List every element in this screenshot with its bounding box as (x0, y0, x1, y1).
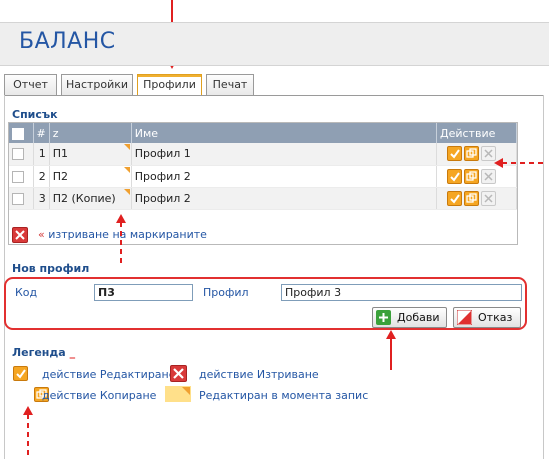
edit-icon[interactable] (447, 168, 462, 184)
profile-input[interactable] (281, 284, 522, 301)
profiles-table: # z Име Действие 1 П1 Профил 1 2 П2 Проф… (8, 122, 518, 245)
annotation-arrowhead-add (386, 330, 396, 339)
delete-selected-text: « изтриване на маркираните (38, 228, 207, 241)
column-header-action: Действие (436, 123, 517, 143)
row-actions (436, 165, 517, 188)
profiles-grid: # z Име Действие 1 П1 Профил 1 2 П2 Проф… (9, 123, 517, 210)
list-section-title: Списък (12, 108, 58, 121)
annotation-arrow-code (120, 222, 122, 266)
legend-title-suffix: _ (69, 346, 76, 359)
edited-corner-marker (123, 144, 130, 150)
add-button[interactable]: Добави (372, 307, 447, 328)
row-code: П1 (52, 147, 68, 161)
edit-icon[interactable] (447, 146, 462, 162)
copy-icon[interactable] (464, 190, 479, 206)
add-button-label: Добави (397, 311, 440, 324)
copy-icon[interactable] (464, 146, 479, 162)
legend-edited-swatch (165, 386, 191, 402)
app-title: БАЛАНС (19, 29, 116, 54)
column-header-name: Име (131, 123, 438, 143)
table-row: 1 П1 Профил 1 (9, 143, 517, 166)
row-num: 1 (33, 143, 50, 166)
legend-edited-corner (182, 387, 190, 395)
tab-report[interactable]: Отчет (4, 74, 57, 96)
legend-title-text: Легенда (12, 346, 66, 359)
cancel-button[interactable]: Отказ (453, 307, 521, 328)
new-profile-form: Код Профил Добави Отказ (4, 277, 527, 330)
row-checkbox[interactable] (12, 148, 24, 161)
annotation-arrowhead-code (116, 214, 126, 223)
annotation-arrow-legend (27, 414, 29, 459)
delete-icon[interactable] (481, 168, 496, 184)
legend-copy-label: действие Копиране (42, 389, 157, 402)
row-checkbox[interactable] (12, 192, 24, 205)
row-code: П2 (52, 169, 68, 183)
legend-edit-icon (13, 366, 28, 381)
row-code-cell: П1 (49, 143, 132, 166)
tab-bar: Отчет Настройки Профили Печат (4, 74, 544, 96)
annotation-arrowhead-legend (23, 406, 33, 415)
edited-corner-marker (123, 166, 130, 173)
legend-delete-icon (170, 365, 187, 382)
tab-settings[interactable]: Настройки (61, 74, 133, 96)
row-select-cell (9, 165, 34, 188)
row-select-cell (9, 187, 34, 210)
annotation-arrow-copy (502, 162, 546, 164)
row-name: Профил 1 (131, 143, 438, 166)
row-code-cell: П2 (49, 165, 132, 188)
profile-label: Профил (203, 286, 249, 299)
row-code: П2 (Копие) (52, 191, 116, 205)
legend-edit-label: действие Редактиране (42, 368, 176, 381)
row-checkbox[interactable] (12, 170, 24, 183)
column-header-code: z (49, 123, 132, 143)
annotation-arrowhead-copy (494, 158, 503, 168)
select-all-checkbox[interactable] (12, 127, 24, 140)
select-all-cell (9, 123, 34, 143)
edited-corner-marker (123, 188, 130, 195)
delete-selected-icon (12, 227, 28, 243)
delete-icon[interactable] (481, 190, 496, 206)
table-header-row: # z Име Действие (9, 123, 517, 143)
code-input[interactable] (94, 284, 193, 301)
legend-title: Легенда _ (12, 346, 75, 359)
table-row: 3 П2 (Копие) Профил 2 (9, 187, 517, 210)
delete-prefix: « (38, 228, 45, 241)
code-label: Код (15, 286, 38, 299)
new-profile-title: Нов профил (12, 262, 90, 275)
copy-icon[interactable] (464, 168, 479, 184)
row-num: 3 (33, 187, 50, 210)
table-row: 2 П2 Профил 2 (9, 165, 517, 188)
plus-icon (376, 310, 391, 325)
annotation-arrow-add (390, 338, 392, 370)
delete-label: изтриване на маркираните (48, 228, 207, 241)
app-header: БАЛАНС (0, 22, 549, 66)
legend-delete-label: действие Изтриване (199, 368, 319, 381)
row-actions (436, 187, 517, 210)
row-name: Профил 2 (131, 165, 438, 188)
tab-print[interactable]: Печат (206, 74, 254, 96)
legend-edited-label: Редактиран в момента запис (199, 389, 369, 402)
row-num: 2 (33, 165, 50, 188)
tab-profiles[interactable]: Профили (137, 74, 202, 96)
cancel-button-label: Отказ (478, 311, 513, 324)
cancel-icon (456, 309, 473, 326)
row-name: Профил 2 (131, 187, 438, 210)
column-header-num: # (33, 123, 50, 143)
row-code-cell: П2 (Копие) (49, 187, 132, 210)
row-select-cell (9, 143, 34, 166)
edit-icon[interactable] (447, 190, 462, 206)
